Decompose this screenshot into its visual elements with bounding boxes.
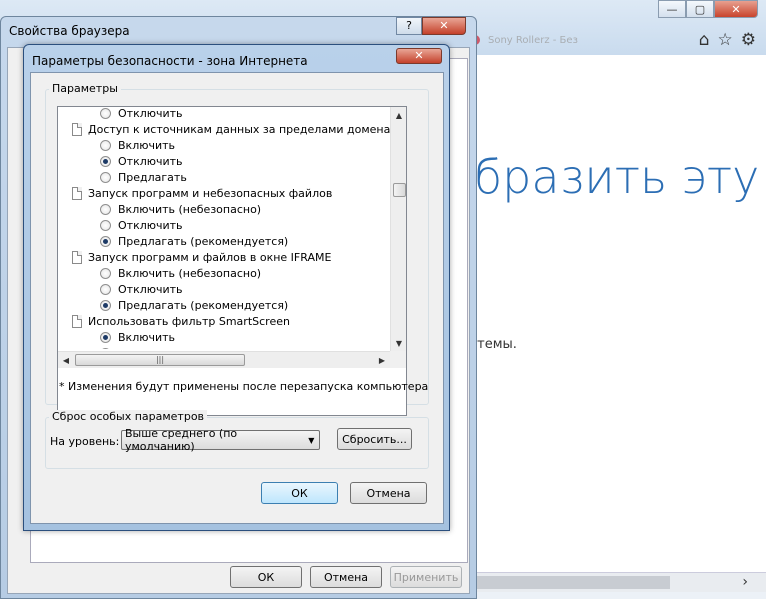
browser-icons: ⌂ ☆ ⚙	[699, 30, 756, 50]
radio-button[interactable]	[100, 267, 111, 279]
setting-label: Использовать фильтр SmartScreen	[88, 314, 290, 328]
setting-option[interactable]: Отключить	[100, 106, 183, 121]
page-heading: бразить эту	[474, 150, 760, 204]
setting-label: Запуск программ и небезопасных файлов	[88, 186, 333, 200]
level-label: На уровень:	[50, 435, 120, 448]
close-button[interactable]: ✕	[714, 0, 758, 18]
setting-label: Отключить	[118, 218, 183, 232]
setting-category: Запуск программ и файлов в окне IFRAME	[72, 249, 331, 265]
scroll-thumb[interactable]: |||	[75, 354, 245, 366]
gear-icon[interactable]: ⚙	[741, 30, 756, 50]
setting-label: Запуск программ и файлов в окне IFRAME	[88, 250, 332, 264]
vertical-scrollbar[interactable]: ▲ ▼	[390, 107, 406, 351]
parameters-label: Параметры	[49, 82, 121, 95]
setting-option[interactable]: Отключить	[100, 281, 183, 297]
setting-option[interactable]: Отключить	[100, 217, 183, 233]
radio-button[interactable]	[100, 203, 111, 215]
radio-button[interactable]	[100, 107, 111, 119]
radio-button[interactable]	[100, 139, 111, 151]
reset-button[interactable]: Сбросить...	[337, 428, 412, 450]
dialog-close-button[interactable]: ✕	[422, 17, 466, 35]
cancel-button[interactable]: Отмена	[350, 482, 427, 504]
setting-label: Включить (небезопасно)	[118, 202, 262, 216]
document-icon	[72, 122, 82, 136]
setting-label: Доступ к источникам данных за пределами …	[88, 122, 390, 136]
star-icon[interactable]: ☆	[718, 30, 733, 50]
document-icon	[72, 314, 82, 328]
document-icon	[72, 250, 82, 264]
radio-button[interactable]	[100, 171, 111, 183]
setting-option[interactable]: Включить	[100, 329, 175, 345]
help-button[interactable]: ?	[396, 17, 422, 35]
scroll-corner	[390, 351, 406, 368]
radio-button[interactable]	[100, 283, 111, 295]
page-text: стемы.	[470, 337, 517, 352]
setting-category: Запуск программ и небезопасных файлов	[72, 185, 332, 201]
setting-option[interactable]: Предлагать (рекомендуется)	[100, 233, 288, 249]
setting-option[interactable]: Отключить	[100, 345, 183, 349]
dialog-body: Параметры Отключить Доступ к источникам д…	[30, 72, 444, 524]
settings-tree[interactable]: Отключить Доступ к источникам данных за п…	[58, 106, 390, 349]
setting-label: Предлагать	[118, 170, 187, 184]
setting-option[interactable]: Включить	[100, 137, 175, 153]
restart-note: * Изменения будут применены после переза…	[59, 380, 429, 393]
setting-label: Отключить	[118, 282, 183, 296]
setting-label: Включить	[118, 330, 176, 344]
ok-button[interactable]: ОК	[230, 566, 302, 588]
setting-category: Доступ к источникам данных за пределами …	[72, 121, 390, 137]
setting-option[interactable]: Включить (небезопасно)	[100, 265, 261, 281]
scroll-right-icon[interactable]: ▶	[374, 352, 390, 368]
setting-label: Отключить	[118, 347, 183, 350]
browser-window-controls: — ▢ ✕	[658, 0, 758, 18]
document-icon	[72, 186, 82, 200]
setting-option[interactable]: Предлагать	[100, 169, 187, 185]
chevron-down-icon[interactable]: ▼	[304, 436, 319, 445]
scroll-left-icon[interactable]: ◀	[58, 352, 74, 368]
setting-option[interactable]: Предлагать (рекомендуется)	[100, 297, 288, 313]
scroll-up-icon[interactable]: ▲	[391, 107, 406, 123]
minimize-button[interactable]: —	[658, 0, 686, 18]
security-settings-dialog: Параметры безопасности - зона Интернета …	[23, 44, 450, 531]
setting-option[interactable]: Отключить	[100, 153, 183, 169]
dialog-title: Свойства браузера	[9, 24, 130, 38]
radio-button[interactable]	[100, 331, 111, 343]
level-select[interactable]: Выше среднего (по умолчанию) ▼	[121, 427, 320, 453]
scroll-thumb[interactable]	[393, 183, 406, 197]
radio-button[interactable]	[100, 299, 111, 311]
setting-label: Включить	[118, 138, 176, 152]
setting-category: Использовать фильтр SmartScreen	[72, 313, 290, 329]
radio-button[interactable]	[100, 219, 111, 231]
cancel-button[interactable]: Отмена	[310, 566, 382, 588]
dialog-close-button[interactable]: ✕	[396, 48, 442, 64]
maximize-button[interactable]: ▢	[686, 0, 714, 18]
chevron-right-icon[interactable]: ›	[742, 574, 748, 590]
scroll-down-icon[interactable]: ▼	[391, 335, 406, 351]
horizontal-scrollbar[interactable]: ◀ ||| ▶	[58, 351, 390, 368]
setting-label: Предлагать (рекомендуется)	[118, 234, 289, 248]
radio-button[interactable]	[100, 347, 111, 349]
browser-tabs[interactable]: Sony Rollerz - Без	[470, 30, 690, 50]
setting-label: Отключить	[118, 106, 183, 120]
settings-list[interactable]: Отключить Доступ к источникам данных за п…	[57, 106, 407, 416]
scroll-thumb[interactable]	[470, 576, 670, 589]
home-icon[interactable]: ⌂	[699, 30, 710, 50]
radio-button[interactable]	[100, 155, 111, 167]
dialog-footer: ОК Отмена Применить	[230, 566, 462, 588]
page-horizontal-scrollbar[interactable]: ›	[470, 572, 766, 592]
level-value: Выше среднего (по умолчанию)	[125, 427, 238, 453]
reset-group-label: Сброс особых параметров	[49, 410, 208, 423]
setting-label: Отключить	[118, 154, 183, 168]
radio-button[interactable]	[100, 235, 111, 247]
dialog-title: Параметры безопасности - зона Интернета	[32, 54, 308, 68]
setting-label: Включить (небезопасно)	[118, 266, 262, 280]
setting-option[interactable]: Включить (небезопасно)	[100, 201, 261, 217]
tab-title[interactable]: Sony Rollerz - Без	[488, 35, 578, 46]
ok-button[interactable]: ОК	[261, 482, 338, 504]
setting-label: Предлагать (рекомендуется)	[118, 298, 289, 312]
apply-button[interactable]: Применить	[390, 566, 462, 588]
